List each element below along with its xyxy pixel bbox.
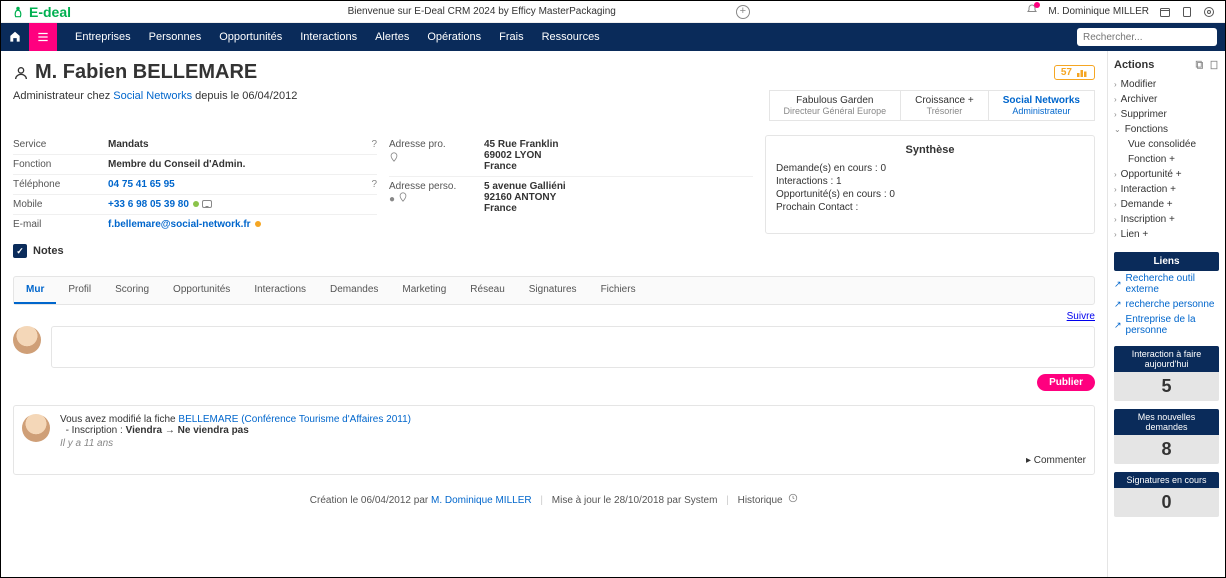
avatar [13, 326, 41, 354]
lien-recherche-personne[interactable]: ↗recherche personne [1114, 297, 1219, 312]
score-badge[interactable]: 57 [1054, 65, 1095, 80]
stat-signatures[interactable]: Signatures en cours 0 [1114, 472, 1219, 517]
current-user[interactable]: M. Dominique MILLER [1048, 6, 1149, 17]
menu-icon[interactable] [29, 23, 57, 51]
action-interaction[interactable]: ›Interaction + [1114, 182, 1219, 197]
pin-icon[interactable] [389, 152, 399, 162]
role-cell-0[interactable]: Fabulous GardenDirecteur Général Europe [770, 91, 901, 120]
doc-icon[interactable] [1209, 60, 1219, 70]
tab-reseau[interactable]: Réseau [458, 277, 516, 304]
top-bar: E-deal Bienvenue sur E-Deal CRM 2024 by … [1, 1, 1225, 23]
settings-icon[interactable] [1203, 6, 1215, 18]
roles-grid: Fabulous GardenDirecteur Général Europe … [769, 90, 1095, 121]
nav-frais[interactable]: Frais [499, 31, 523, 43]
welcome-text: Bienvenue sur E-Deal CRM 2024 by Efficy … [348, 6, 616, 17]
checkbox-icon: ✓ [13, 244, 27, 258]
tab-fichiers[interactable]: Fichiers [589, 277, 648, 304]
phone-link[interactable]: 04 75 41 65 95 [108, 179, 175, 190]
role-cell-2[interactable]: Social NetworksAdministrateur [988, 91, 1094, 120]
action-inscription[interactable]: ›Inscription + [1114, 212, 1219, 227]
page-title: M. Fabien BELLEMARE [13, 61, 257, 84]
search-wrap [1077, 28, 1225, 46]
action-supprimer[interactable]: ›Supprimer [1114, 107, 1219, 122]
notes-toggle[interactable]: ✓ Notes [13, 244, 1095, 258]
avatar [22, 414, 50, 442]
nav-opportunites[interactable]: Opportunités [219, 31, 282, 43]
tab-opportunites[interactable]: Opportunités [161, 277, 242, 304]
action-fonctions[interactable]: ⌄Fonctions [1114, 122, 1219, 137]
stat-interactions[interactable]: Interaction à faire aujourd'hui 5 [1114, 346, 1219, 401]
role-summary: Administrateur chez Social Networks depu… [13, 90, 297, 102]
action-opportunite[interactable]: ›Opportunité + [1114, 167, 1219, 182]
comment-link[interactable]: Commenter [1034, 455, 1086, 466]
role-company-link[interactable]: Social Networks [113, 90, 192, 102]
status-dot-icon [193, 201, 199, 207]
copy-icon[interactable] [1195, 60, 1205, 70]
nav-items: Entreprises Personnes Opportunités Inter… [57, 31, 618, 43]
calendar-icon[interactable] [1159, 6, 1171, 18]
lien-recherche-externe[interactable]: ↗Recherche outil externe [1114, 271, 1219, 297]
action-demande[interactable]: ›Demande + [1114, 197, 1219, 212]
action-modifier[interactable]: ›Modifier [1114, 77, 1219, 92]
history-icon[interactable] [788, 493, 798, 503]
fields-left: ServiceMandats? FonctionMembre du Consei… [13, 135, 377, 234]
tab-scoring[interactable]: Scoring [103, 277, 161, 304]
top-right: M. Dominique MILLER [1026, 4, 1215, 19]
action-fonction-plus[interactable]: Fonction + [1114, 152, 1219, 167]
logo-text: E-deal [29, 4, 71, 20]
nav-operations[interactable]: Opérations [427, 31, 481, 43]
feed-link[interactable]: BELLEMARE (Conférence Tourisme d'Affaire… [178, 414, 411, 425]
nav-interactions[interactable]: Interactions [300, 31, 357, 43]
fields-mid: Adresse pro.45 Rue Franklin69002 LYONFra… [389, 135, 753, 234]
synthese-title: Synthèse [776, 144, 1084, 156]
content-area: M. Fabien BELLEMARE 57 Administrateur ch… [1, 51, 1107, 577]
tablet-icon[interactable] [1181, 6, 1193, 18]
tab-profil[interactable]: Profil [56, 277, 103, 304]
search-input[interactable] [1083, 32, 1215, 43]
mobile-link[interactable]: +33 6 98 05 39 80 [108, 199, 189, 210]
liens-title: Liens [1114, 252, 1219, 271]
actions-title: Actions [1114, 59, 1219, 71]
lien-entreprise[interactable]: ↗Entreprise de la personne [1114, 312, 1219, 338]
nav-ressources[interactable]: Ressources [542, 31, 600, 43]
action-vue-consolidee[interactable]: Vue consolidée [1114, 137, 1219, 152]
logo[interactable]: E-deal [11, 4, 71, 20]
tabs: Mur Profil Scoring Opportunités Interact… [13, 276, 1095, 305]
nav-alertes[interactable]: Alertes [375, 31, 409, 43]
tab-demandes[interactable]: Demandes [318, 277, 390, 304]
main-nav: Entreprises Personnes Opportunités Inter… [1, 23, 1225, 51]
help-icon[interactable]: ? [371, 139, 377, 150]
pin-icon[interactable] [398, 192, 408, 202]
tab-interactions[interactable]: Interactions [242, 277, 318, 304]
synthese-panel: Synthèse Demande(s) en cours : 0 Interac… [765, 135, 1095, 234]
notifications-icon[interactable] [1026, 4, 1038, 19]
email-link[interactable]: f.bellemare@social-network.fr [108, 219, 251, 230]
follow-link[interactable]: Suivre [1067, 311, 1095, 322]
help-icon[interactable]: ? [371, 179, 377, 190]
feed-item: Vous avez modifié la fiche BELLEMARE (Co… [13, 405, 1095, 475]
tab-mur[interactable]: Mur [14, 277, 56, 304]
footer-meta: Création le 06/04/2012 par M. Dominique … [13, 493, 1095, 506]
chat-icon[interactable] [202, 200, 212, 208]
publish-button[interactable]: Publier [1037, 374, 1095, 391]
logo-icon [11, 5, 25, 19]
tab-marketing[interactable]: Marketing [390, 277, 458, 304]
action-archiver[interactable]: ›Archiver [1114, 92, 1219, 107]
stat-demandes[interactable]: Mes nouvelles demandes 8 [1114, 409, 1219, 464]
add-icon[interactable]: + [736, 5, 750, 19]
status-dot-icon [255, 221, 261, 227]
action-lien[interactable]: ›Lien + [1114, 227, 1219, 242]
person-icon [13, 65, 29, 81]
role-cell-1[interactable]: Croissance +Trésorier [900, 91, 988, 120]
score-icon [1076, 68, 1088, 78]
home-icon[interactable] [1, 23, 29, 51]
nav-entreprises[interactable]: Entreprises [75, 31, 131, 43]
feed-timestamp: Il y a 11 ans [60, 438, 1086, 449]
creator-link[interactable]: M. Dominique MILLER [431, 495, 532, 506]
tab-signatures[interactable]: Signatures [517, 277, 589, 304]
sidebar: Actions ›Modifier ›Archiver ›Supprimer ⌄… [1107, 51, 1225, 577]
nav-personnes[interactable]: Personnes [149, 31, 202, 43]
post-input[interactable] [51, 326, 1095, 368]
